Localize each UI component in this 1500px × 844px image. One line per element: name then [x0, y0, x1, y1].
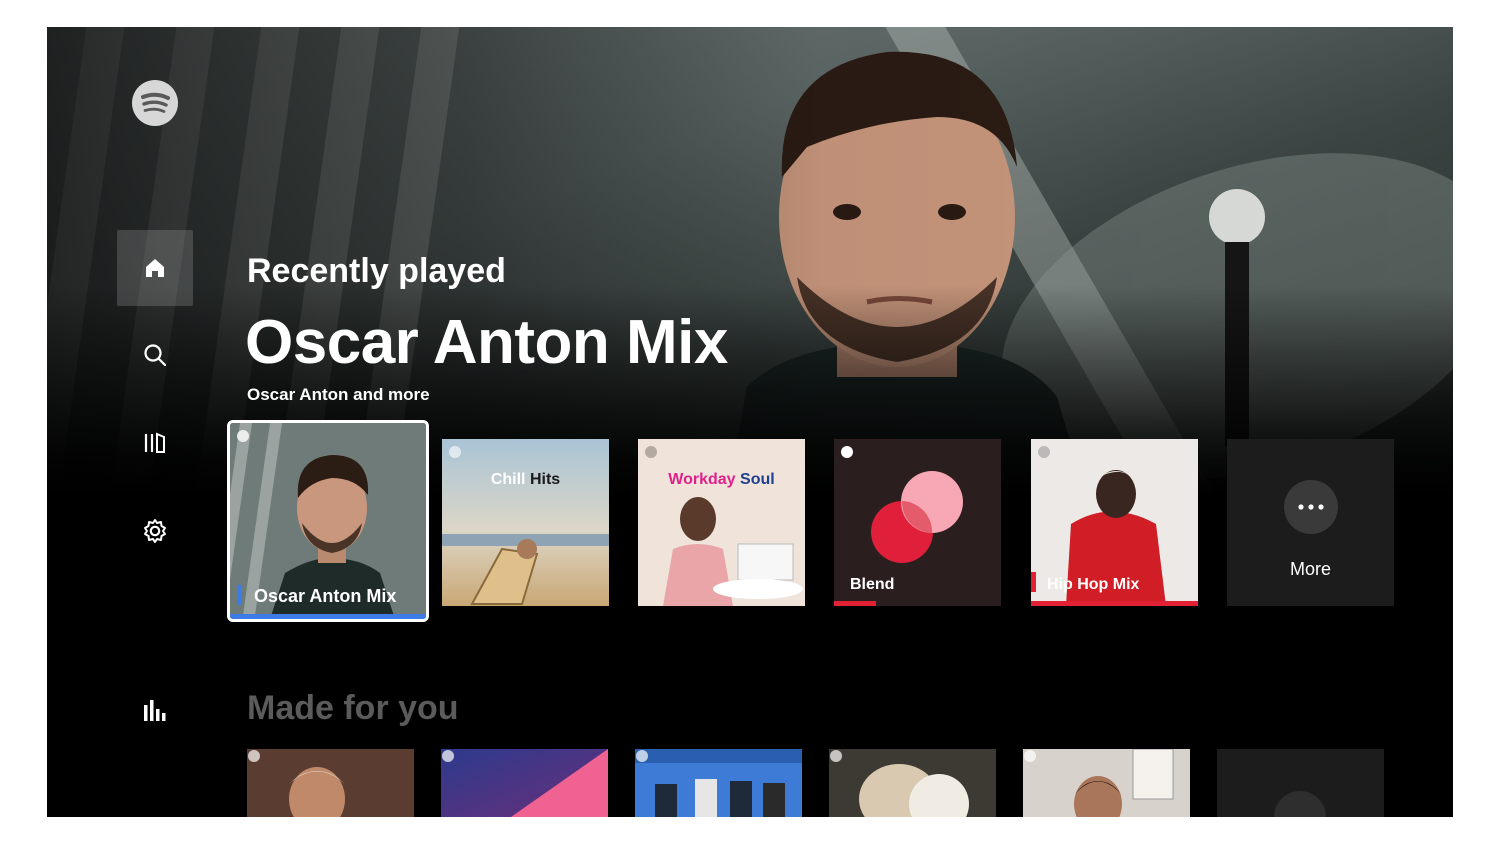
ellipsis-icon — [1298, 504, 1324, 510]
gear-icon — [144, 519, 166, 543]
home-icon — [146, 259, 164, 277]
spotify-badge-icon — [841, 446, 853, 458]
card-title: Chill Hits — [442, 471, 609, 489]
card-accent-mark — [237, 585, 242, 605]
more-label: More — [1289, 559, 1331, 579]
more-button[interactable] — [1284, 480, 1338, 534]
card-oscar-anton-mix[interactable]: Oscar Anton Mix — [227, 420, 429, 622]
search-icon — [144, 344, 167, 367]
made-for-you-card[interactable] — [441, 749, 608, 817]
card-workday-soul[interactable]: Workday Soul — [638, 439, 805, 606]
card-accent-mark — [1031, 572, 1036, 592]
bar-chart-icon — [144, 700, 166, 721]
card-artwork — [442, 439, 609, 606]
card-label: Oscar Anton Mix — [254, 586, 397, 606]
card-artwork — [441, 749, 608, 817]
card-artwork — [638, 439, 805, 606]
card-label: Blend — [850, 576, 895, 593]
spotify-badge-icon — [237, 430, 249, 442]
hero-title: Oscar Anton Mix — [245, 308, 728, 377]
library-icon — [144, 432, 165, 453]
card-artwork — [829, 749, 996, 817]
spotify-badge-icon — [1038, 446, 1050, 458]
more-card[interactable]: More — [1227, 439, 1394, 606]
card-progress-bar — [1031, 601, 1198, 606]
hero-subtitle: Oscar Anton and more — [247, 385, 430, 404]
made-for-you-card[interactable] — [247, 749, 414, 817]
card-progress-bar — [230, 614, 426, 619]
card-blend[interactable]: Blend — [834, 439, 1001, 606]
tv-screen: Recently played Oscar Anton Mix Oscar An… — [47, 27, 1453, 817]
spotify-badge-icon — [449, 446, 461, 458]
made-for-you-card[interactable] — [635, 749, 802, 817]
nav-home[interactable] — [117, 230, 193, 306]
spotify-logo-icon — [132, 80, 178, 126]
card-hip-hop-mix[interactable]: Hip Hop Mix — [1031, 439, 1198, 606]
card-title: Workday Soul — [638, 471, 805, 489]
card-artwork — [247, 749, 414, 817]
card-title-part: Soul — [740, 471, 775, 488]
made-for-you-card[interactable] — [1023, 749, 1190, 817]
card-progress-bar — [834, 601, 876, 606]
nav-library[interactable] — [117, 405, 193, 481]
spotify-badge-icon — [645, 446, 657, 458]
nav-stats[interactable] — [117, 672, 193, 748]
card-title-part: Hits — [529, 471, 561, 488]
card-title-part: Chill — [490, 471, 526, 488]
more-button — [1274, 791, 1326, 817]
nav-search[interactable] — [117, 317, 193, 393]
card-chill-hits[interactable]: Chill Hits — [442, 439, 609, 606]
card-title-part: Workday — [668, 471, 736, 488]
hero-eyebrow: Recently played — [247, 252, 506, 290]
card-artwork — [1023, 749, 1190, 817]
made-for-you-card[interactable] — [829, 749, 996, 817]
section-title-made-for-you: Made for you — [247, 689, 459, 727]
nav-settings[interactable] — [117, 493, 193, 569]
card-artwork — [635, 749, 802, 817]
made-for-you-more-card[interactable] — [1217, 749, 1384, 817]
card-label: Hip Hop Mix — [1047, 576, 1140, 593]
